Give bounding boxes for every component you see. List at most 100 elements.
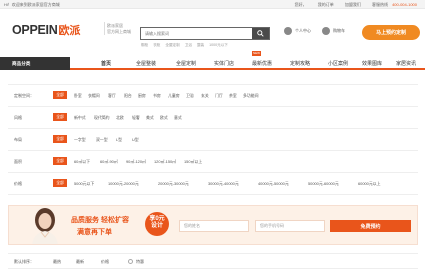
filter-row-style: 风格 全部 新中式 现代简约 北欧 轻奢 美式 欧式 意式 — [8, 107, 418, 129]
special-offer-checkbox[interactable] — [128, 259, 133, 264]
filter-option[interactable]: 玄关 — [201, 93, 209, 99]
filter-all[interactable]: 全部 — [53, 113, 67, 121]
join-link[interactable]: 加盟我们 — [345, 2, 361, 7]
filter-label: 定制空间： — [14, 93, 34, 98]
nav-item-cases[interactable]: 小区案例 — [320, 57, 356, 70]
filter-option[interactable]: 衣帽间 — [88, 93, 100, 99]
filter-label: 面积 — [14, 159, 22, 164]
search-button[interactable] — [252, 28, 269, 39]
filter-option[interactable]: 意式 — [174, 115, 182, 121]
filter-option[interactable]: 20000元-30000元 — [158, 181, 189, 187]
hot-word[interactable]: 1000元以下 — [209, 43, 228, 47]
free-booking-button[interactable]: 免费预约 — [330, 220, 411, 232]
filter-option[interactable]: 门厅 — [215, 93, 223, 99]
filter-row-space: 定制空间： 全部 卧室 衣帽间 客厅 阳台 厨房 书房 儿童房 卫浴 玄关 门厅… — [8, 85, 418, 107]
filter-option[interactable]: 5000元以下 — [74, 181, 94, 187]
hot-word[interactable]: 整装 — [197, 43, 204, 47]
phone-field[interactable]: 您的手机号码 — [255, 220, 325, 232]
filter-option[interactable]: 阳台 — [124, 93, 132, 99]
filter-row-area: 面积 全部 60㎡以下 60㎡-90㎡ 90㎡-120㎡ 120㎡-150㎡ 1… — [8, 151, 418, 173]
sort-option-price[interactable]: 价格 — [101, 259, 109, 265]
filter-option[interactable]: 客厅 — [108, 93, 116, 99]
cart[interactable]: 购物车 — [322, 27, 345, 35]
filter-option[interactable]: 双一型 — [96, 137, 108, 143]
welcome-text: Hi！欢迎来到欧派家居官方商城 — [4, 2, 60, 7]
filter-option[interactable]: 茶室 — [229, 93, 237, 99]
filter-option[interactable]: U型 — [132, 137, 139, 143]
user-center[interactable]: 个人中心 — [284, 27, 311, 35]
filter-option[interactable]: 厨房 — [138, 93, 146, 99]
filter-option[interactable]: 儿童房 — [168, 93, 180, 99]
book-design-button[interactable]: 马上预约定制 — [362, 25, 420, 40]
logo-divider — [104, 22, 105, 35]
filter-option[interactable]: 轻奢 — [132, 115, 140, 121]
header: OPPEIN 欧派 欧派家居 官方网上商城 橱柜 衣柜 全屋定制 卫浴 整装 1… — [0, 9, 425, 48]
badge-line-1: 享0元 — [149, 216, 165, 222]
filter-option[interactable]: 150㎡以上 — [184, 159, 202, 165]
filter-all[interactable]: 全部 — [53, 135, 67, 143]
filter-option[interactable]: 60㎡以下 — [74, 159, 90, 165]
filter-option[interactable]: 120㎡-150㎡ — [154, 159, 176, 165]
filter-option[interactable]: 30000元-40000元 — [208, 181, 239, 187]
filter-option[interactable]: 多功能间 — [243, 93, 259, 99]
filter-label: 风格 — [14, 115, 22, 120]
nav-item-news[interactable]: 家居资讯 — [388, 57, 424, 70]
filter-option[interactable]: 卫浴 — [186, 93, 194, 99]
nav-item-offers[interactable]: 最新优惠 — [244, 57, 280, 70]
hot-word[interactable]: 橱柜 — [141, 43, 148, 47]
booking-banner: 品质服务 轻松扩容 满意再下单 享0元 设计 您的姓名 您的手机号码 免费预约 — [8, 205, 418, 245]
filter-option[interactable]: 50000元-60000元 — [308, 181, 339, 187]
login-link[interactable]: 您好， — [295, 2, 307, 7]
logo-subtitle-line2: 官方网上商城 — [107, 29, 131, 34]
user-icon — [284, 27, 292, 35]
sort-option-new[interactable]: 最新 — [76, 259, 84, 265]
filter-option[interactable]: 书房 — [153, 93, 161, 99]
banner-slogan-2: 满意再下单 — [77, 229, 112, 236]
search-input[interactable] — [141, 28, 251, 39]
filter-panel: 定制空间： 全部 卧室 衣帽间 客厅 阳台 厨房 书房 儿童房 卫浴 玄关 门厅… — [8, 84, 418, 196]
filter-option[interactable]: 60㎡-90㎡ — [100, 159, 118, 165]
filter-option[interactable]: 现代简约 — [94, 115, 110, 121]
filter-option[interactable]: 新中式 — [74, 115, 86, 121]
filter-option[interactable]: 卧室 — [74, 93, 82, 99]
filter-option[interactable]: 40000元-50000元 — [258, 181, 289, 187]
filter-all[interactable]: 全部 — [53, 157, 67, 165]
filter-option[interactable]: 美式 — [146, 115, 154, 121]
filter-option[interactable]: 60000元以上 — [358, 181, 381, 187]
filter-option[interactable]: 一字型 — [74, 137, 86, 143]
nav-item-stores[interactable]: 实体门店 — [206, 57, 242, 70]
hot-words: 橱柜 衣柜 全屋定制 卫浴 整装 1000元以下 — [141, 43, 232, 48]
user-label: 个人中心 — [295, 28, 311, 33]
name-field[interactable]: 您的姓名 — [179, 220, 249, 232]
logo-subtitle: 欧派家居 官方网上商城 — [107, 23, 131, 35]
hot-word[interactable]: 全屋定制 — [165, 43, 179, 47]
nav-item-custom[interactable]: 全屋定制 — [168, 57, 204, 70]
hot-word[interactable]: 衣柜 — [153, 43, 160, 47]
filter-option[interactable]: L型 — [116, 137, 122, 143]
nav-item-guide[interactable]: 定制攻略 — [282, 57, 318, 70]
filter-all[interactable]: 全部 — [53, 179, 67, 187]
nav-item-home[interactable]: 首页 — [92, 57, 120, 70]
filter-option[interactable]: 欧式 — [160, 115, 168, 121]
category-menu[interactable]: 商品分类 — [0, 57, 70, 70]
sort-option-hot[interactable]: 最热 — [53, 259, 61, 265]
filter-option[interactable]: 90㎡-120㎡ — [126, 159, 146, 165]
search-icon — [257, 30, 264, 37]
filter-option[interactable]: 北欧 — [116, 115, 124, 121]
cart-icon — [322, 27, 330, 35]
hot-word[interactable]: 卫浴 — [185, 43, 192, 47]
hotline-number: 400-004-1000 — [392, 2, 417, 7]
logo-text-en: OPPEIN — [12, 22, 58, 37]
top-links: 您好， 我的订单 加盟我们 客服热线 400-004-1000 — [285, 2, 417, 8]
cart-label: 购物车 — [333, 28, 345, 33]
top-bar: Hi！欢迎来到欧派家居官方商城 您好， 我的订单 加盟我们 客服热线 400-0… — [0, 0, 425, 9]
nav-item-whole-house[interactable]: 全屋整装 — [128, 57, 164, 70]
filter-option[interactable]: 10000元-20000元 — [108, 181, 139, 187]
special-offer-label: 特惠 — [136, 259, 144, 264]
new-badge: NEW — [252, 51, 261, 56]
nav-item-gallery[interactable]: 效果图库 — [354, 57, 390, 70]
my-order-link[interactable]: 我的订单 — [318, 2, 334, 7]
logo[interactable]: OPPEIN 欧派 — [12, 22, 80, 37]
badge-line-2: 设计 — [150, 223, 163, 229]
filter-all[interactable]: 全部 — [53, 91, 67, 99]
